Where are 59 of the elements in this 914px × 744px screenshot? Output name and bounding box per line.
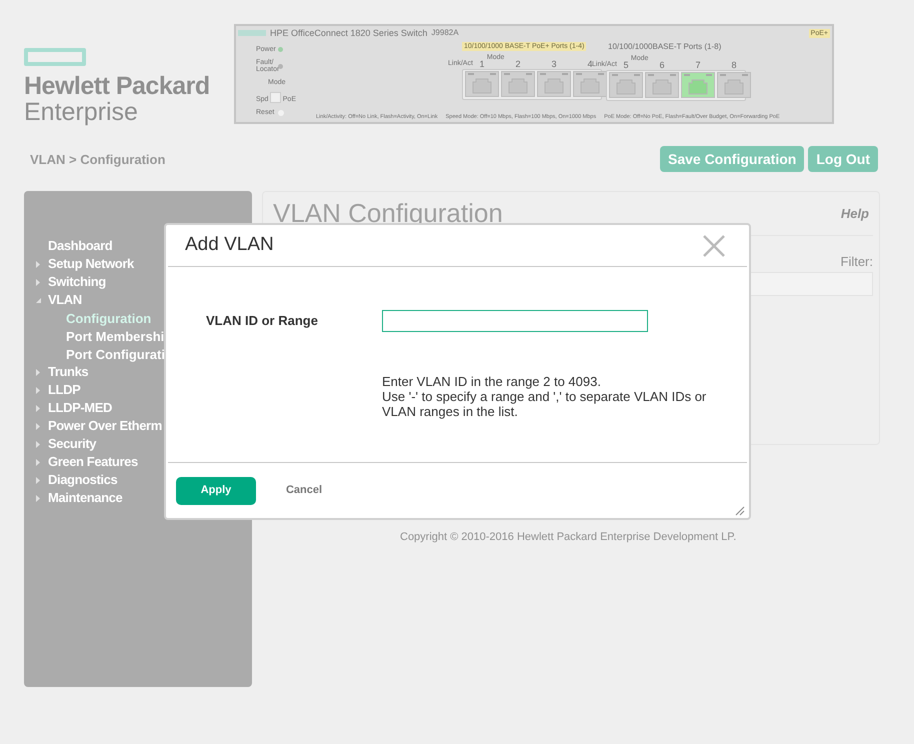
logo-bar-icon (24, 48, 86, 66)
apply-button[interactable]: Apply (176, 476, 256, 504)
caret-right-icon (36, 278, 41, 286)
port-group-title: 10/100/1000BASE-T Ports (1-8) (607, 42, 722, 52)
switch-title: HPE OfficeConnect 1820 Series Switch (270, 28, 428, 38)
sidebar-item[interactable]: Switching (36, 273, 106, 291)
logo-bar-icon (238, 30, 266, 36)
caret-right-icon (36, 404, 41, 412)
caret-right-icon (36, 458, 41, 466)
caret-right-icon (36, 368, 41, 376)
caret-right-icon (36, 494, 41, 502)
port-number: 6 (659, 61, 664, 70)
sidebar-item[interactable]: LLDP-MED (36, 399, 112, 417)
port-number: 5 (623, 61, 628, 70)
port-number: 7 (695, 61, 700, 70)
switch-model: J9982A (431, 29, 459, 37)
cancel-button[interactable]: Cancel (264, 476, 344, 504)
sidebar-item[interactable]: Green Features (36, 453, 138, 471)
caret-right-icon (36, 440, 41, 448)
port-number: 3 (551, 60, 556, 69)
breadcrumb: VLAN > Configuration (30, 151, 166, 169)
hint-text: Use '-' to specify a range and ',' to separate VLAN IDs or VLAN ranges in the list. (382, 389, 708, 419)
sidebar-subitem[interactable]: Port Configurati (36, 345, 165, 363)
port-number: 8 (731, 61, 736, 70)
logo-line: Hewlett Packard (24, 72, 211, 100)
close-icon (703, 234, 725, 256)
page-title: VLAN Configuration (272, 197, 503, 230)
sidebar-item[interactable]: Maintenance (36, 489, 122, 507)
mode-button[interactable] (270, 92, 281, 103)
sidebar-item[interactable]: Setup Network (36, 255, 134, 273)
resize-grip-icon[interactable] (735, 506, 745, 516)
port-number: 4 (587, 60, 592, 69)
close-button[interactable] (703, 234, 725, 256)
sidebar-item[interactable]: Security (36, 435, 96, 453)
sidebar-item[interactable]: LLDP (36, 381, 80, 399)
port-number: 2 (515, 60, 520, 69)
sidebar-subitem[interactable]: Port Membershi (36, 327, 164, 345)
sidebar-subitem[interactable]: Configuration (36, 309, 152, 327)
caret-right-icon (36, 476, 41, 484)
sidebar-item[interactable]: VLAN (36, 291, 82, 309)
sidebar-item[interactable]: Diagnostics (36, 471, 118, 489)
hint-text: Enter VLAN ID in the range 2 to 4093. (382, 374, 602, 389)
caret-right-icon (36, 422, 41, 430)
field-label: VLAN ID or Range (206, 312, 319, 330)
logo-line: Enterprise (24, 100, 139, 124)
caret-down-icon (36, 296, 41, 304)
copyright-text: Copyright © 2010-2016 Hewlett Packard Enterprise Development LP. (400, 530, 738, 545)
dialog-title: Add VLAN (185, 233, 274, 258)
sidebar-item[interactable]: Dashboard (36, 237, 112, 255)
caret-right-icon (36, 386, 41, 394)
save-configuration-button[interactable]: Save Configuration (660, 146, 804, 172)
port-number: 1 (479, 60, 484, 69)
filter-label: Filter: (840, 253, 873, 271)
caret-right-icon (36, 260, 41, 268)
sidebar-item[interactable]: Trunks (36, 363, 88, 381)
log-out-button[interactable]: Log Out (808, 146, 878, 172)
help-link[interactable]: Help (840, 204, 873, 224)
sidebar-item[interactable]: Power Over Etherm (36, 417, 162, 435)
vlan-id-field[interactable] (382, 310, 648, 332)
